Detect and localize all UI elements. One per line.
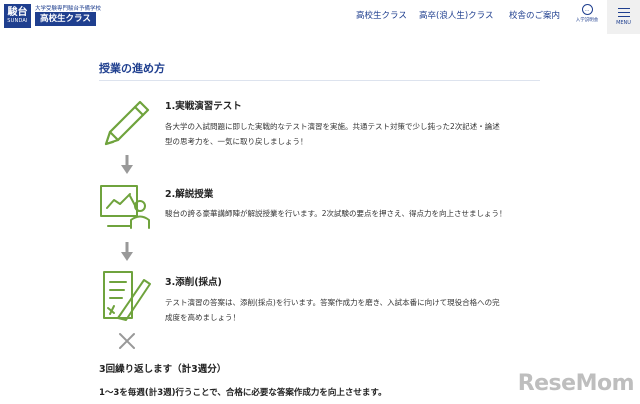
step-desc-3: テスト演習の答案は、添削(採点)を行います。答案作成力を磨き、入試本番に向けて現… (165, 295, 545, 325)
section-title: 授業の進め方 (99, 62, 165, 75)
logo-kanji: 駿台 (7, 7, 28, 18)
step-title-2: 2.解説授業 (165, 189, 214, 200)
step-desc-1: 各大学の入試問題に即した実戦的なテスト演習を実施。共通テスト対策で少し鈍った2次… (165, 119, 545, 149)
menu-button[interactable]: MENU (607, 0, 640, 34)
down-arrow-icon (121, 155, 133, 174)
lecture-icon (100, 185, 150, 229)
menu-label: MENU (616, 20, 631, 26)
summary-text: 1～3を毎週(計3週)行うことで、合格に必要な答案作成力を向上させます。 (99, 388, 387, 398)
step-title-1: 1.実戦演習テスト (165, 101, 242, 112)
resemom-watermark: ReseMom (517, 371, 635, 396)
logo-box: 駿台 SUNDAI (4, 4, 31, 28)
repeat-note: 3回繰り返します（計3週分） (99, 364, 227, 375)
pencil-icon (104, 100, 150, 146)
multiply-icon (119, 333, 135, 349)
logo-roman: SUNDAI (7, 18, 28, 24)
step-desc-3-line-2: 成度を高めましょう！ (165, 313, 240, 322)
info-session-button[interactable]: … 入学説明会 (572, 4, 602, 32)
brand-subtitle: 大学受験専門駿台予備学校 (35, 6, 102, 12)
step-desc-1-line-1: 各大学の入試問題に即した実戦的なテスト演習を実施。共通テスト対策で少し鈍った2次… (165, 122, 500, 131)
title-divider (99, 80, 540, 81)
hamburger-icon (617, 8, 630, 17)
step-title-3: 3.添削(採点) (165, 277, 222, 288)
nav-high-school-class[interactable]: 高校生クラス (356, 9, 407, 21)
nav-graduate-class[interactable]: 高卒(浪人生)クラス (419, 9, 493, 21)
down-arrow-icon (121, 242, 133, 261)
brand-badge[interactable]: 高校生クラス (35, 12, 96, 26)
info-session-label: 入学説明会 (575, 18, 599, 23)
step-desc-1-line-2: 型の思考力を、一気に取り戻しましょう！ (165, 137, 308, 146)
chat-icon: … (581, 4, 593, 15)
document-pen-icon (103, 271, 151, 321)
step-desc-3-line-1: テスト演習の答案は、添削(採点)を行います。答案作成力を磨き、入試本番に向けて現… (165, 298, 500, 307)
sundai-logo[interactable]: 駿台 SUNDAI (4, 4, 31, 28)
step-desc-2: 駿台の誇る豪華講師陣が解説授業を行います。2次試験の要点を押さえ、得点力を向上さ… (165, 206, 545, 221)
site-header: 駿台 SUNDAI 大学受験専門駿台予備学校 高校生クラス 高校生クラス 高卒(… (0, 0, 640, 34)
step-desc-2-line-1: 駿台の誇る豪華講師陣が解説授業を行います。2次試験の要点を押さえ、得点力を向上さ… (165, 209, 507, 218)
nav-campus-guide[interactable]: 校舎のご案内 (509, 9, 560, 21)
